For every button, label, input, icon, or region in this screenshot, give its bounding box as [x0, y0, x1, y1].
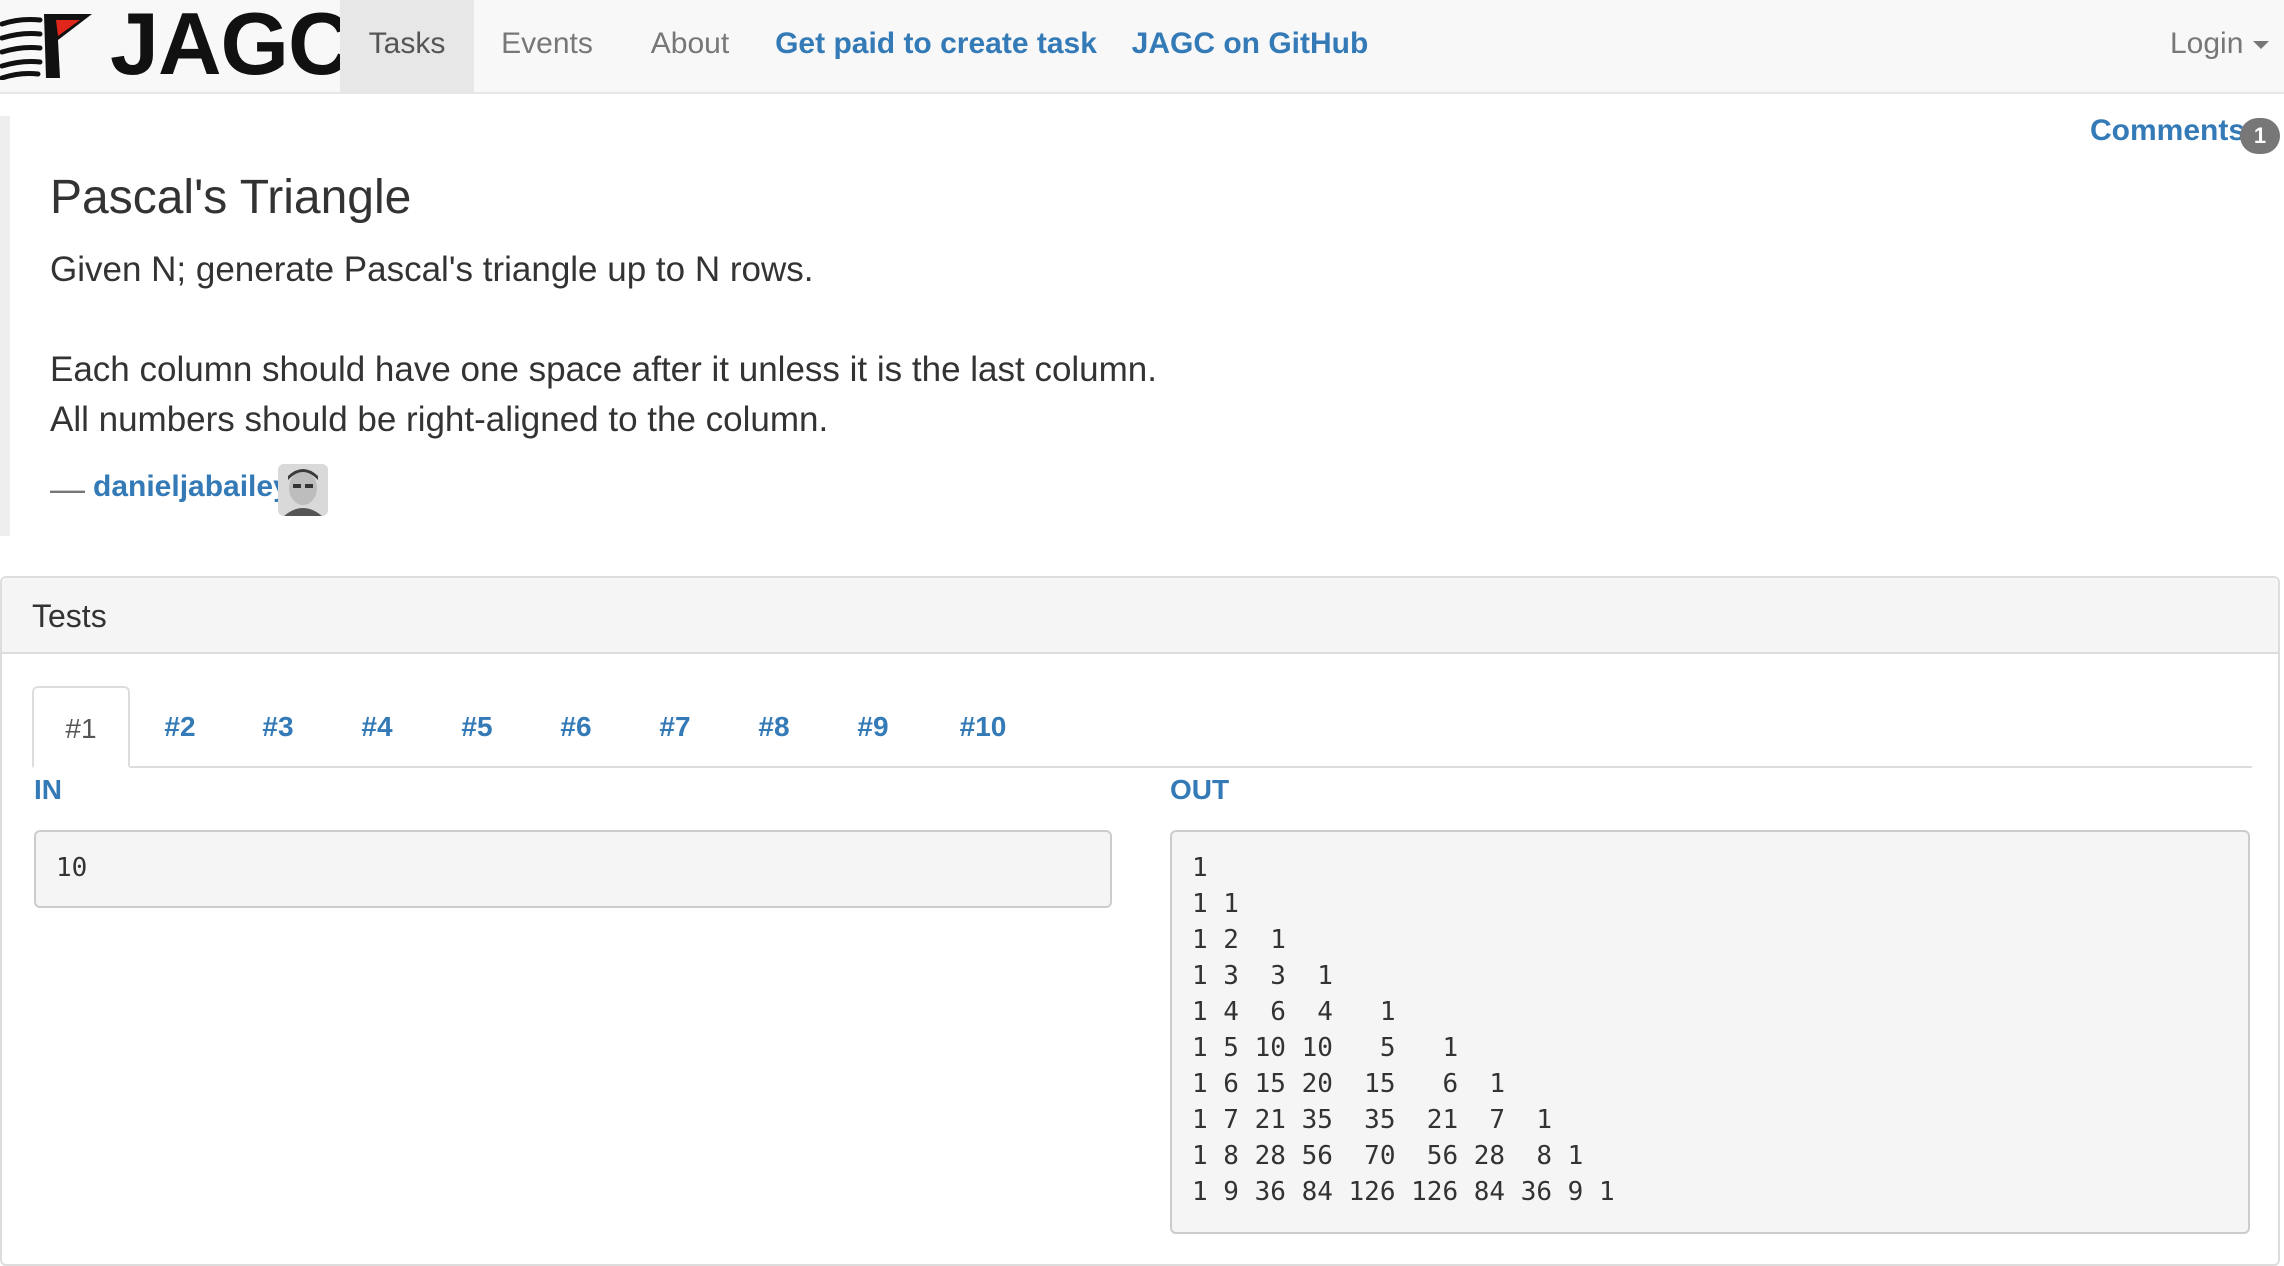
author-link[interactable]: danieljabailey — [93, 470, 290, 504]
navbar: JAGC Tasks Events About Get paid to crea… — [0, 0, 2284, 94]
task-title: Pascal's Triangle — [50, 171, 412, 224]
brand-name: JAGC — [110, 0, 351, 93]
task-description-line: Given N; generate Pascal's triangle up t… — [50, 250, 814, 289]
test-tab-3[interactable]: #3 — [240, 686, 316, 768]
tests-panel-heading: Tests — [2, 578, 2278, 654]
description-border — [0, 116, 10, 536]
login-dropdown[interactable]: Login — [2170, 0, 2270, 92]
jagc-flag-icon — [0, 14, 92, 80]
login-label: Login — [2170, 27, 2244, 60]
nav-get-paid-link[interactable]: Get paid to create task — [760, 0, 1112, 92]
test-output-block: 1 1 1 1 2 1 1 3 3 1 1 4 6 4 1 1 5 10 10 … — [1170, 830, 2250, 1234]
author-dash: — — [50, 470, 85, 509]
output-label: OUT — [1170, 774, 1230, 805]
comments-link[interactable]: Comments — [2090, 114, 2245, 148]
nav-events[interactable]: Events — [474, 0, 620, 92]
tests-heading: Tests — [32, 598, 107, 634]
caret-down-icon — [2253, 41, 2270, 50]
brand-logo[interactable]: JAGC — [0, 0, 351, 93]
nav-tasks[interactable]: Tasks — [340, 0, 474, 92]
test-tab-5[interactable]: #5 — [439, 686, 515, 768]
nav-github-link[interactable]: JAGC on GitHub — [1112, 0, 1388, 92]
input-label: IN — [34, 774, 62, 805]
task-description-line: Each column should have one space after … — [50, 350, 1157, 389]
test-tab-6[interactable]: #6 — [538, 686, 614, 768]
test-tab-1[interactable]: #1 — [32, 686, 130, 768]
test-tab-4[interactable]: #4 — [339, 686, 415, 768]
test-tab-7[interactable]: #7 — [637, 686, 713, 768]
nav-about[interactable]: About — [620, 0, 760, 92]
task-description-line: All numbers should be right-aligned to t… — [50, 400, 829, 439]
test-tab-9[interactable]: #9 — [835, 686, 911, 768]
test-input-block: 10 — [34, 830, 1112, 908]
tests-panel: Tests #1 #2 #3 #4 #5 #6 #7 #8 #9 #10 IN … — [0, 576, 2280, 1266]
test-tab-2[interactable]: #2 — [142, 686, 218, 768]
test-tab-10[interactable]: #10 — [940, 686, 1026, 768]
test-tab-8[interactable]: #8 — [736, 686, 812, 768]
comments-count-badge: 1 — [2240, 118, 2280, 154]
author-avatar[interactable] — [278, 464, 328, 516]
avatar-face-icon — [278, 464, 328, 516]
